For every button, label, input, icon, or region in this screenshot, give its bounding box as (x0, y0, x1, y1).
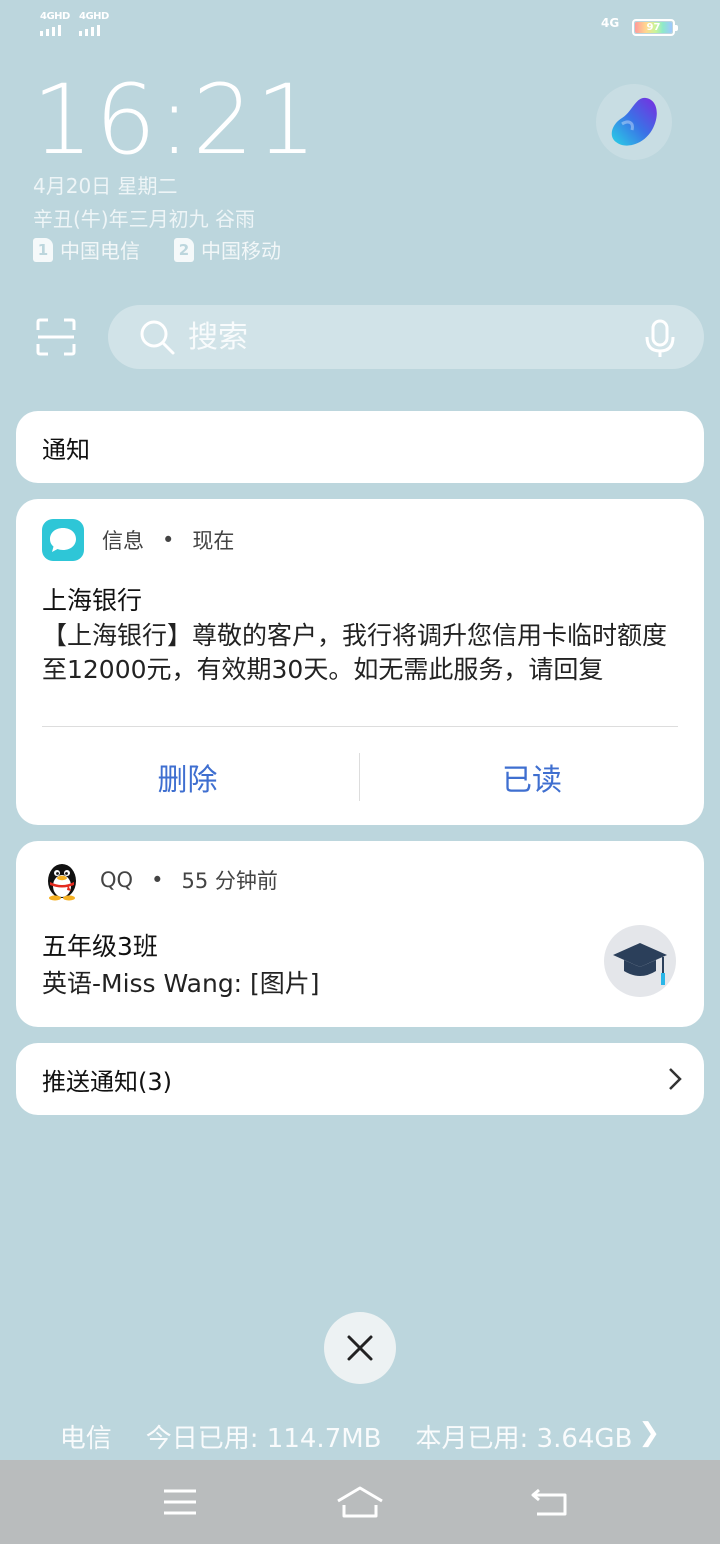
carrier-list: 1 中国电信 2 中国移动 (33, 235, 281, 264)
data-usage-bar[interactable]: 电信 今日已用: 114.7MB 本月已用: 3.64GB ❯ (0, 1418, 720, 1455)
assistant-orb-icon (611, 97, 657, 146)
messages-app-icon (42, 519, 84, 561)
microphone-icon[interactable] (644, 319, 676, 359)
lockscreen-clock: 16:21 (32, 64, 319, 176)
notification-app-row: QQ • 55 分钟前 (42, 859, 278, 901)
qq-notification[interactable]: QQ • 55 分钟前 五年级3班 英语-Miss Wang: [图片] (16, 841, 704, 1027)
menu-icon (164, 1489, 196, 1515)
usage-today: 今日已用: 114.7MB (145, 1424, 382, 1454)
data-network-label: 4G (601, 16, 620, 30)
lunar-date-label: 辛丑(牛)年三月初九 谷雨 (33, 207, 255, 231)
back-icon (531, 1488, 567, 1516)
chevron-right-icon: ❯ (638, 1418, 661, 1448)
usage-carrier: 电信 (59, 1424, 112, 1454)
qq-message-preview: 英语-Miss Wang: [图片] (42, 969, 320, 998)
notification-time: 55 分钟前 (181, 869, 278, 893)
close-icon (347, 1335, 373, 1361)
graduation-cap-icon (613, 943, 667, 985)
sim-slot-icon: 1 (33, 237, 53, 262)
qq-penguin-icon (48, 864, 76, 901)
avatar (604, 925, 676, 997)
scan-icon (36, 318, 76, 356)
battery-level: 97 (635, 22, 672, 33)
carrier-name: 中国电信 (60, 239, 140, 263)
navigation-bar (0, 1460, 720, 1544)
sim-slot-icon: 2 (174, 237, 194, 262)
notification-app-row: 信息 • 现在 (42, 519, 234, 561)
back-button[interactable] (524, 1480, 574, 1524)
status-bar: 4GHD 4GHD 4G 97 (0, 0, 720, 56)
carrier-item: 1 中国电信 (33, 235, 140, 264)
chevron-right-icon (669, 1068, 682, 1090)
notification-time: 现在 (192, 529, 235, 553)
recent-apps-button[interactable] (155, 1480, 205, 1524)
message-notification[interactable]: 信息 • 现在 上海银行 【上海银行】尊敬的客户，我行将调升您信用卡临时额度至1… (16, 499, 704, 825)
notification-app-name: QQ (100, 868, 134, 892)
sim2-signal-icon: 4GHD (79, 12, 109, 36)
search-bar[interactable] (108, 305, 704, 369)
usage-month: 本月已用: 3.64GB (415, 1424, 633, 1454)
battery-icon: 97 (632, 19, 678, 36)
date-label: 4月20日 星期二 (33, 174, 178, 198)
clear-notifications-button[interactable] (324, 1312, 396, 1384)
dot-separator: • (162, 528, 175, 552)
carrier-item: 2 中国移动 (174, 235, 281, 264)
message-sender: 上海银行 (42, 586, 143, 615)
home-icon (337, 1486, 383, 1518)
search-icon (140, 320, 175, 355)
divider (42, 726, 678, 727)
push-notifications-label: 推送通知(3) (42, 1067, 172, 1096)
delete-button[interactable]: 删除 (16, 755, 359, 799)
sim1-signal-icon: 4GHD (40, 12, 70, 36)
qq-group-name: 五年级3班 (42, 932, 158, 961)
notification-header-title: 通知 (42, 435, 90, 464)
mark-read-button[interactable]: 已读 (360, 755, 704, 799)
notification-header: 通知 (16, 411, 704, 483)
push-notifications-row[interactable]: 推送通知(3) (16, 1043, 704, 1115)
search-input[interactable] (188, 319, 608, 355)
notification-app-name: 信息 (102, 529, 144, 553)
scan-button[interactable] (36, 318, 76, 356)
carrier-name: 中国移动 (201, 239, 281, 263)
message-body: 【上海银行】尊敬的客户，我行将调升您信用卡临时额度至12000元，有效期30天。… (42, 621, 668, 684)
assistant-button[interactable] (596, 84, 672, 160)
home-button[interactable] (335, 1480, 385, 1524)
dot-separator: • (151, 868, 164, 892)
